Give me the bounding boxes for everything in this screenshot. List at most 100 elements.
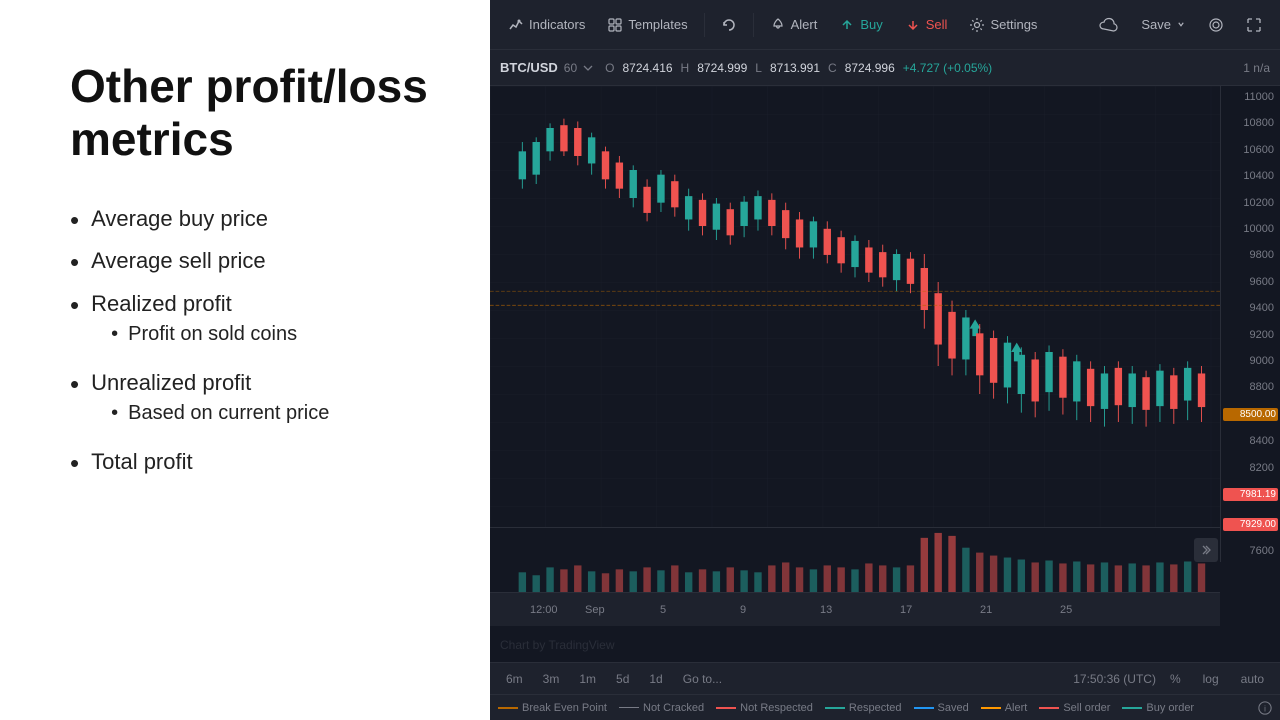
buy-button[interactable]: Buy <box>829 12 892 38</box>
price-tick: 10800 <box>1223 117 1278 129</box>
bullet-text: Realized profit <box>91 291 232 316</box>
price-tick: 9800 <box>1223 249 1278 261</box>
fullscreen-button[interactable] <box>1236 12 1272 38</box>
timeframe-6m-button[interactable]: 6m <box>498 670 531 688</box>
top-bar-right: Save <box>1089 12 1272 38</box>
legend-sell-order: Sell order <box>1039 702 1110 714</box>
timeframe-1m-button[interactable]: 1m <box>571 670 604 688</box>
close-price: 8724.996 <box>845 61 895 75</box>
time-label: 17 <box>900 604 912 616</box>
settings-button[interactable]: Settings <box>959 12 1047 38</box>
layout-settings-button[interactable] <box>1198 12 1234 38</box>
price-tick: 10000 <box>1223 223 1278 235</box>
sub-item-current-price: Based on current price <box>91 402 329 425</box>
slide-title: Other profit/lossmetrics <box>70 60 440 166</box>
goto-button[interactable]: Go to... <box>675 670 730 688</box>
alert-icon <box>770 17 786 33</box>
price-tick: 7600 <box>1223 545 1278 557</box>
legend-line-icon <box>1122 707 1142 709</box>
symbol: BTC/USD <box>500 60 558 75</box>
data-attribution: i <box>1258 701 1272 715</box>
legend-line-icon <box>1039 707 1059 709</box>
price-bar: BTC/USD 60 O 8724.416 H 8724.999 L 8713.… <box>490 50 1280 86</box>
price-tick: 8200 <box>1223 462 1278 474</box>
legend-line-icon <box>619 707 639 708</box>
timeframe-1d-button[interactable]: 1d <box>641 670 670 688</box>
price-tick: 9200 <box>1223 329 1278 341</box>
save-chevron-icon <box>1176 19 1186 31</box>
timeframe-dropdown-icon[interactable] <box>583 64 593 72</box>
templates-icon <box>607 17 623 33</box>
legend-line-icon <box>498 707 518 709</box>
price-scale: 11000 10800 10600 10400 10200 10000 9800… <box>1220 86 1280 562</box>
separator2 <box>753 13 754 37</box>
alert-button[interactable]: Alert <box>760 12 828 38</box>
sell-icon <box>905 17 921 33</box>
bullet-text: Unrealized profit <box>91 370 251 395</box>
undo-button[interactable] <box>711 12 747 38</box>
list-item-unrealized: Unrealized profit Based on current price <box>70 370 440 435</box>
right-panel: Indicators Templates <box>490 0 1280 720</box>
time-label: 13 <box>820 604 832 616</box>
top-bar: Indicators Templates <box>490 0 1280 50</box>
time-label: 12:00 <box>530 604 558 616</box>
open-price: 8724.416 <box>622 61 672 75</box>
log-button[interactable]: log <box>1195 670 1227 688</box>
sub-list-realized: Profit on sold coins <box>91 323 297 346</box>
chart-area: 11000 10800 10600 10400 10200 10000 9800… <box>490 86 1280 662</box>
price-change: +4.727 (+0.05%) <box>903 61 992 75</box>
bullet-text: Total profit <box>91 449 193 475</box>
indicators-button[interactable]: Indicators <box>498 12 595 38</box>
svg-text:i: i <box>1264 704 1266 713</box>
chart-watermark: Chart by TradingView <box>500 638 615 652</box>
symbol-info: BTC/USD 60 <box>500 60 593 75</box>
legend-alert: Alert <box>981 702 1028 714</box>
time-label: Sep <box>585 604 605 616</box>
collapse-panel-button[interactable] <box>1194 538 1218 562</box>
legend-break-even: Break Even Point <box>498 702 607 714</box>
bottom-bar: 6m 3m 1m 5d 1d Go to... 17:50:36 (UTC) %… <box>490 662 1280 694</box>
sub-bullet-text: Profit on sold coins <box>128 323 297 346</box>
gear-icon <box>969 17 985 33</box>
price-tick: 7929.00 <box>1223 518 1278 531</box>
bullet-list: Average buy price Average sell price Rea… <box>70 206 440 492</box>
sub-item-sold-coins: Profit on sold coins <box>91 323 297 346</box>
left-panel: Other profit/lossmetrics Average buy pri… <box>0 0 490 720</box>
sell-button[interactable]: Sell <box>895 12 958 38</box>
timestamp: 17:50:36 (UTC) <box>1073 672 1156 686</box>
price-tick: 10200 <box>1223 197 1278 209</box>
undo-icon <box>721 17 737 33</box>
price-tick: 9600 <box>1223 276 1278 288</box>
price-tick: 10600 <box>1223 144 1278 156</box>
auto-button[interactable]: auto <box>1233 670 1272 688</box>
legend-line-icon <box>981 707 1001 709</box>
legend-saved: Saved <box>914 702 969 714</box>
low-price: 8713.991 <box>770 61 820 75</box>
price-ohlc: O 8724.416 H 8724.999 L 8713.991 C 8724.… <box>605 61 992 75</box>
info-icon: i <box>1258 701 1272 715</box>
legend-line-icon <box>914 707 934 709</box>
separator <box>704 13 705 37</box>
volume-chart <box>490 528 1220 592</box>
chevron-right-icon <box>1199 543 1213 557</box>
fullscreen-icon <box>1246 17 1262 33</box>
indicators-icon <box>508 17 524 33</box>
list-item-avg-sell: Average sell price <box>70 248 440 277</box>
percent-button[interactable]: % <box>1162 670 1189 688</box>
candlestick-chart <box>490 86 1220 562</box>
save-button[interactable]: Save <box>1131 12 1196 37</box>
time-label: 21 <box>980 604 992 616</box>
timeframe-3m-button[interactable]: 3m <box>535 670 568 688</box>
timeframe-5d-button[interactable]: 5d <box>608 670 637 688</box>
legend-line-icon <box>716 707 736 709</box>
bullet-text: Average buy price <box>91 206 268 232</box>
timeframe: 60 <box>564 61 577 75</box>
bar-replay: 1 n/a <box>1243 61 1270 75</box>
cloud-icon-button[interactable] <box>1089 12 1129 38</box>
legend-line-icon <box>825 707 845 709</box>
time-axis: 12:00 Sep 5 9 13 17 21 25 <box>490 592 1220 626</box>
sub-bullet-text: Based on current price <box>128 402 329 425</box>
templates-button[interactable]: Templates <box>597 12 697 38</box>
sub-list-unrealized: Based on current price <box>91 402 329 425</box>
legend-respected: Respected <box>825 702 902 714</box>
